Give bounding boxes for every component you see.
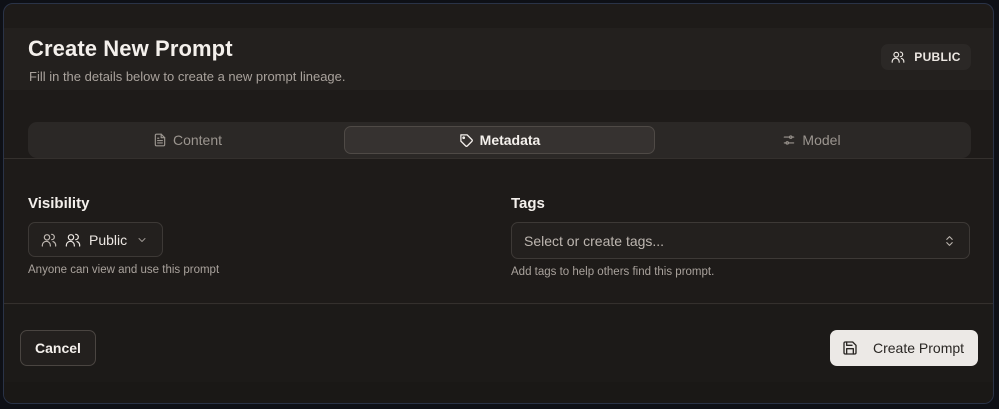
- dialog-bottom-band: [4, 382, 993, 403]
- tabs-divider: [4, 158, 993, 159]
- users-icon: [41, 232, 57, 248]
- tags-helper: Add tags to help others find this prompt…: [511, 266, 715, 278]
- visibility-badge: PUBLIC: [881, 44, 971, 70]
- visibility-label: Visibility: [28, 195, 90, 212]
- visibility-helper: Anyone can view and use this prompt: [28, 264, 220, 276]
- users-icon: [891, 50, 905, 64]
- tag-icon: [459, 133, 474, 148]
- dialog-subtitle: Fill in the details below to create a ne…: [29, 69, 346, 84]
- create-prompt-dialog: Create New Prompt Fill in the details be…: [3, 3, 994, 404]
- sliders-icon: [782, 133, 796, 147]
- create-prompt-button[interactable]: Create Prompt: [830, 330, 978, 366]
- tags-select[interactable]: Select or create tags...: [511, 222, 970, 259]
- chevron-down-icon: [136, 234, 148, 246]
- badge-label: PUBLIC: [914, 50, 961, 64]
- users-icon: [65, 232, 81, 248]
- cancel-button[interactable]: Cancel: [20, 330, 96, 366]
- visibility-value: Public: [89, 231, 128, 248]
- tab-label: Metadata: [479, 132, 541, 148]
- footer-divider: [4, 303, 993, 304]
- tab-metadata[interactable]: Metadata: [344, 126, 655, 154]
- file-text-icon: [153, 133, 167, 147]
- create-button-label: Create Prompt: [873, 340, 965, 356]
- tab-bar: Content Metadata Model: [28, 122, 971, 158]
- tags-label: Tags: [511, 195, 545, 212]
- dialog-title: Create New Prompt: [28, 36, 233, 61]
- dialog-header: Create New Prompt Fill in the details be…: [4, 28, 993, 90]
- tab-content[interactable]: Content: [32, 126, 343, 154]
- tab-label: Model: [802, 132, 841, 148]
- tags-placeholder: Select or create tags...: [524, 233, 665, 249]
- tab-model[interactable]: Model: [656, 126, 967, 154]
- dialog-footer: Cancel Create Prompt: [4, 305, 993, 382]
- visibility-select[interactable]: Public: [28, 222, 163, 257]
- chevrons-up-down-icon: [943, 234, 956, 248]
- tab-label: Content: [172, 132, 223, 148]
- save-icon: [842, 340, 858, 356]
